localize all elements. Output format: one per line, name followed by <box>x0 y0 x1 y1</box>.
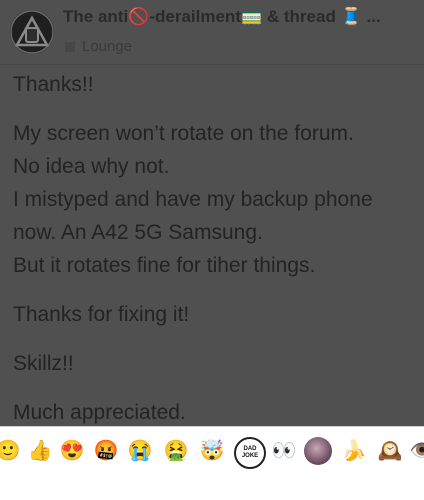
post-paragraph: My screen won’t rotate on the forum. No i… <box>13 122 373 277</box>
dad-joke-icon[interactable]: DAD JOKE <box>234 437 266 469</box>
clock-face-icon[interactable]: 🕰️ <box>376 437 404 465</box>
post-paragraph: Thanks for fixing it! <box>13 303 190 326</box>
railway-car-icon: 🚃 <box>240 7 263 26</box>
avatar-reaction-icon[interactable] <box>304 437 332 465</box>
vomiting-face-icon[interactable]: 🤮 <box>162 437 190 465</box>
post-body: Thanks!! My screen won’t rotate on the fo… <box>13 68 418 445</box>
slightly-smiling-face-icon[interactable]: 🙂 <box>0 437 22 465</box>
site-logo[interactable] <box>10 10 54 54</box>
category-label: Lounge <box>82 38 133 55</box>
thumbs-up-icon[interactable]: 👍 <box>26 437 54 465</box>
title-text: -derailment <box>149 7 241 26</box>
exploding-head-icon[interactable]: 🤯 <box>198 437 226 465</box>
crying-face-icon[interactable]: 😭 <box>126 437 154 465</box>
eyes-icon[interactable]: 👀 <box>270 437 298 465</box>
post-paragraph: Much appreciated. <box>13 401 186 424</box>
title-text: & thread <box>262 7 341 26</box>
post-paragraph: Skillz!! <box>13 352 74 375</box>
prohibited-icon: 🚫 <box>128 7 150 26</box>
category-badge[interactable]: Lounge <box>65 38 132 55</box>
title-text: The anti <box>63 7 129 26</box>
logo-icon <box>10 10 54 54</box>
topic-title[interactable]: The anti🚫-derailment🚃 & thread 🧵 ... <box>63 6 418 28</box>
title-ellipsis: ... <box>361 7 381 26</box>
post-paragraph: Thanks!! <box>13 73 94 96</box>
eye-icon[interactable]: 👁️ <box>408 437 424 465</box>
banana-icon[interactable]: 🍌 <box>340 437 368 465</box>
heart-eyes-icon[interactable]: 😍 <box>58 437 86 465</box>
thread-icon: 🧵 <box>340 7 362 26</box>
reaction-picker: 🙂 👍 😍 🤬 😭 🤮 🤯 DAD JOKE 👀 🍌 🕰️ 👁️ <box>0 426 424 500</box>
topic-header: The anti🚫-derailment🚃 & thread 🧵 ... Lou… <box>0 0 424 65</box>
swearing-face-icon[interactable]: 🤬 <box>92 437 120 465</box>
category-color-swatch <box>65 41 75 52</box>
